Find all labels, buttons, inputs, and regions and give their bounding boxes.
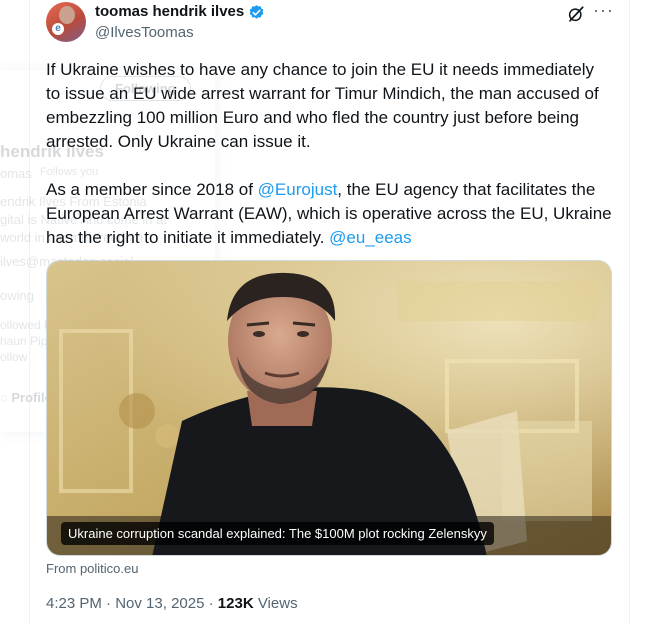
more-options-icon[interactable]: ···	[593, 1, 613, 21]
link-card-image[interactable]: Ukraine corruption scandal explained: Th…	[46, 260, 612, 556]
mention-eu-eeas-link[interactable]: @eu_eeas	[329, 228, 412, 247]
card-source-link[interactable]: From politico.eu	[46, 561, 138, 576]
tweet-metadata: 4:23 PM · Nov 13, 2025 · 123K Views	[46, 595, 298, 612]
grok-icon[interactable]	[567, 5, 585, 23]
card-caption: Ukraine corruption scandal explained: Th…	[61, 522, 494, 545]
card-photo	[47, 261, 611, 555]
avatar-badge: e	[52, 23, 64, 35]
author-handle[interactable]: @IlvesToomas	[95, 24, 194, 41]
avatar[interactable]: e	[46, 2, 86, 42]
tweet-paragraph-2: As a member since 2018 of @Eurojust, the…	[46, 178, 612, 250]
column-border-right	[629, 0, 630, 624]
tweet-date[interactable]: Nov 13, 2025	[115, 595, 204, 612]
mention-eurojust-link[interactable]: @Eurojust	[258, 180, 338, 199]
verified-badge-icon	[249, 5, 264, 19]
meta-separator: ·	[204, 595, 218, 612]
tweet-text-segment: As a member since 2018 of	[46, 180, 258, 199]
tweet-time[interactable]: 4:23 PM	[46, 595, 102, 612]
tweet-paragraph-1: If Ukraine wishes to have any chance to …	[46, 60, 599, 151]
author-name[interactable]: toomas hendrik ilves	[95, 3, 244, 20]
tweet-text: If Ukraine wishes to have any chance to …	[46, 58, 612, 250]
views-label: Views	[253, 595, 298, 612]
avatar-face	[59, 6, 75, 24]
views-count[interactable]: 123K	[218, 595, 254, 612]
meta-separator: ·	[101, 595, 116, 612]
